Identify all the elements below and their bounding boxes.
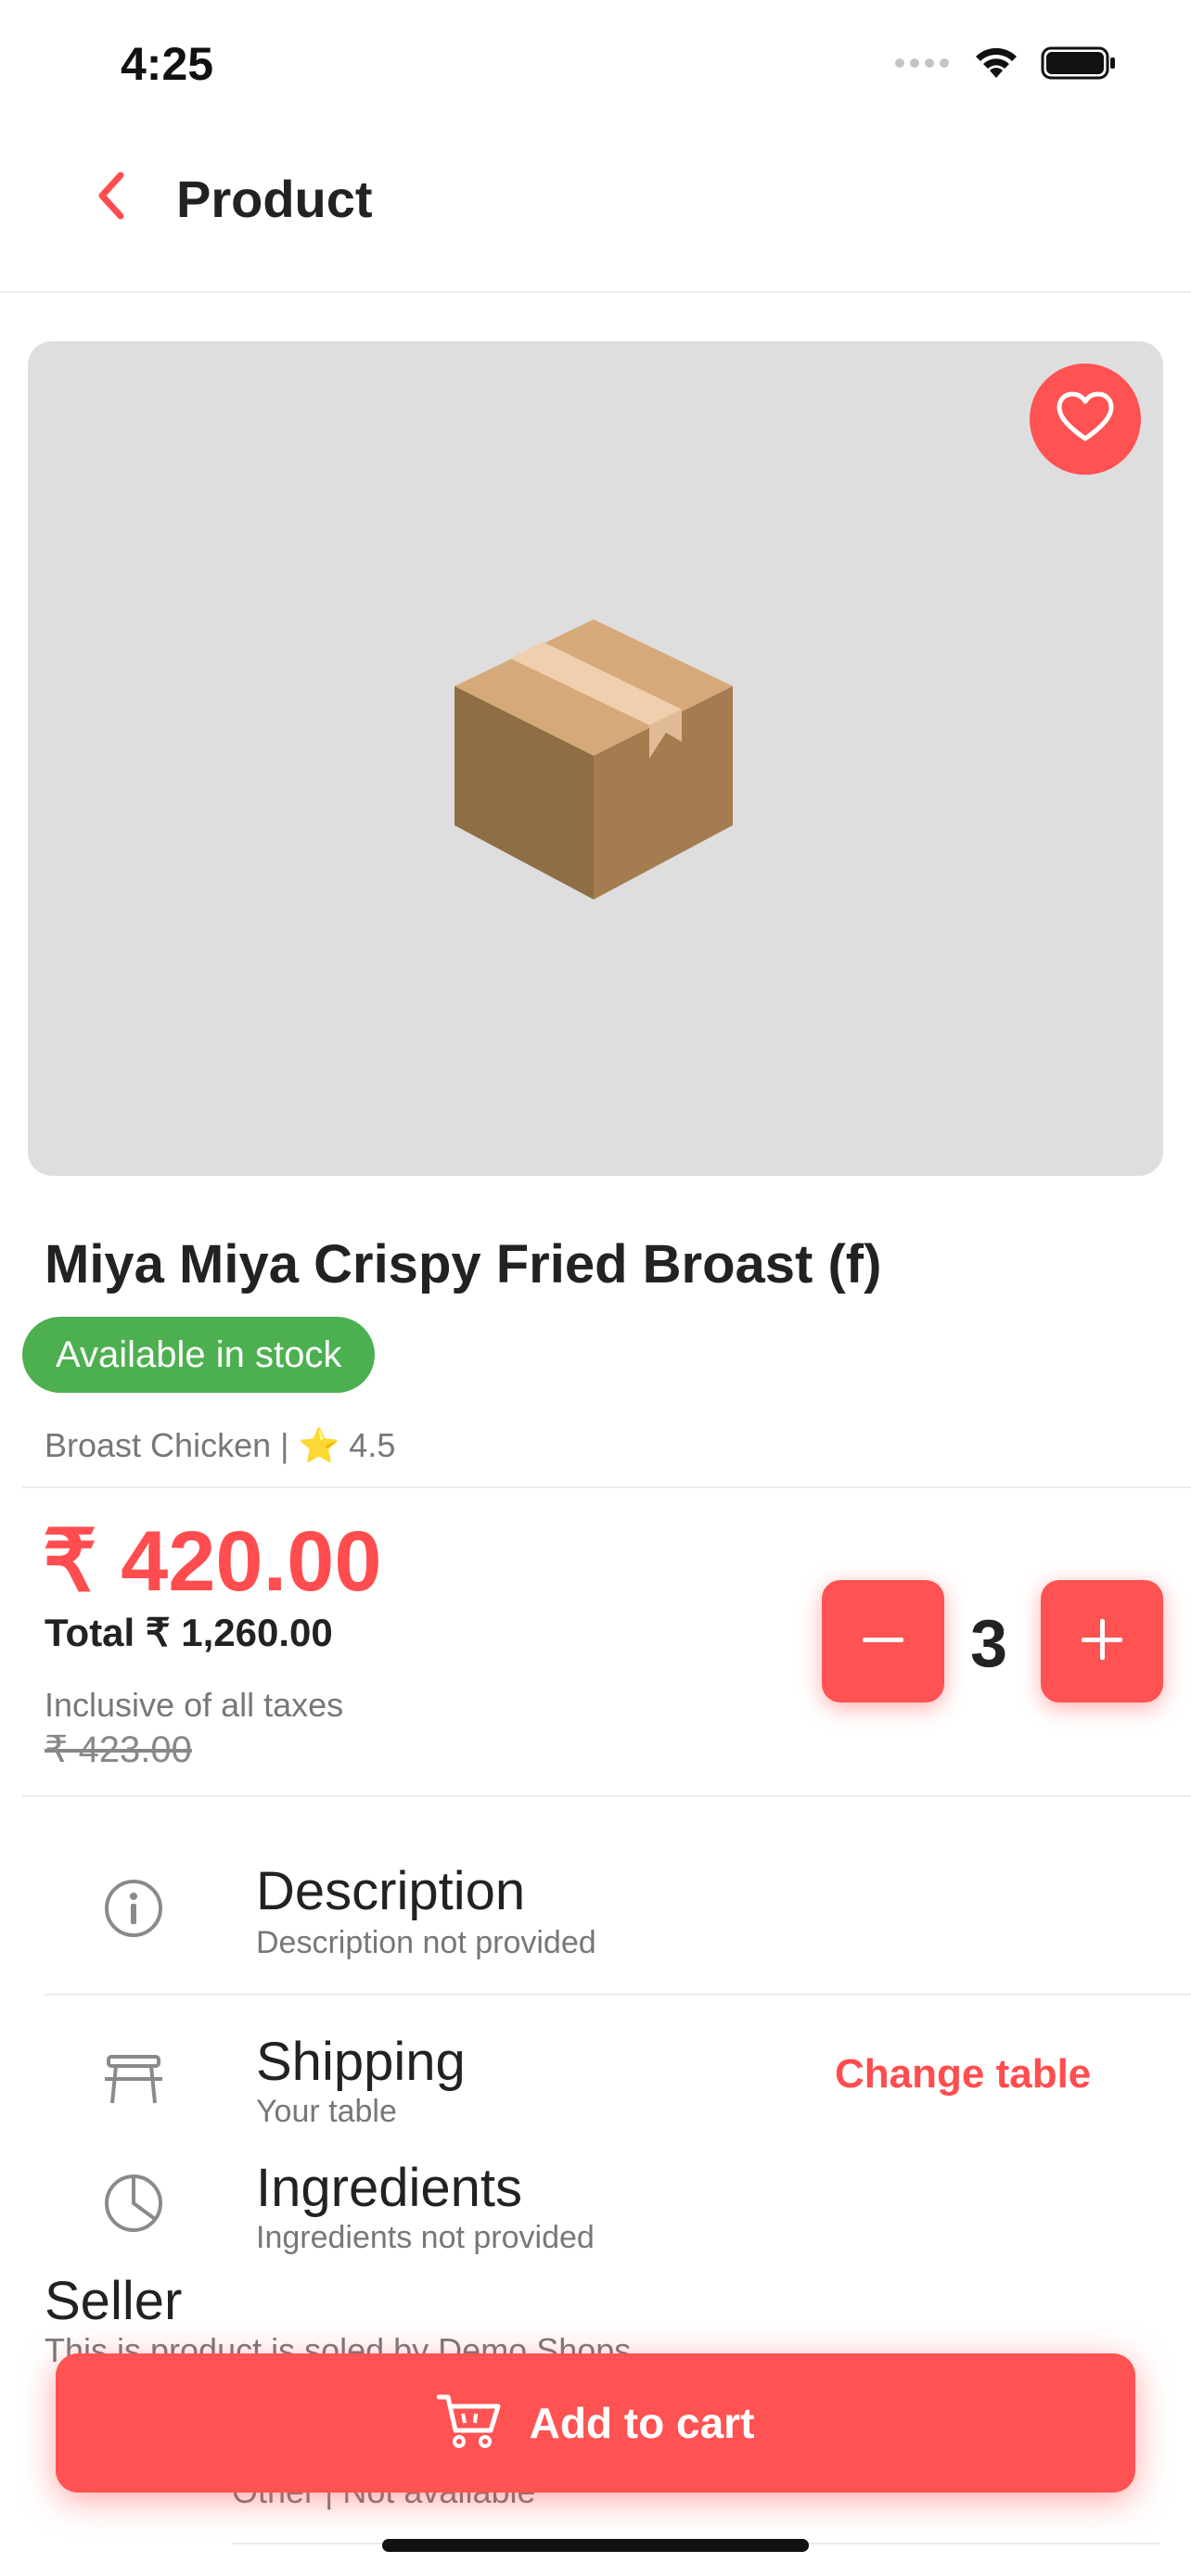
divider	[22, 1486, 1191, 1488]
total-price: Total ₹ 1,260.00	[45, 1611, 333, 1654]
quantity-decrease-button[interactable]	[822, 1580, 944, 1702]
info-icon	[98, 1873, 169, 1944]
home-indicator[interactable]	[382, 2539, 809, 2552]
description-title: Description	[256, 1861, 526, 1921]
status-time: 4:25	[121, 38, 214, 90]
divider	[22, 1795, 1191, 1797]
back-button[interactable]	[83, 165, 139, 230]
heart-icon	[1056, 390, 1115, 449]
price: ₹ 420.00	[43, 1514, 382, 1609]
page-title: Product	[176, 170, 373, 228]
divider	[45, 1994, 1191, 1996]
product-name: Miya Miya Crispy Fried Broast (f)	[45, 1234, 882, 1294]
seller-title: Seller	[45, 2271, 183, 2331]
table-icon	[98, 2044, 169, 2114]
plus-icon	[1082, 1618, 1122, 1664]
minus-icon	[863, 1633, 903, 1650]
chevron-left-icon	[93, 170, 130, 226]
signal-icon	[894, 57, 952, 74]
quantity-increase-button[interactable]	[1041, 1580, 1163, 1702]
ingredients-title: Ingredients	[256, 2158, 522, 2218]
add-to-cart-label: Add to cart	[529, 2399, 755, 2447]
tax-note: Inclusive of all taxes	[45, 1686, 344, 1724]
wifi-icon	[972, 45, 1020, 86]
battery-icon	[1041, 45, 1117, 86]
category-rating: Broast Chicken | ⭐ 4.5	[45, 1426, 396, 1464]
pie-chart-icon	[98, 2168, 169, 2238]
favorite-button[interactable]	[1030, 363, 1141, 475]
shipping-title: Shipping	[256, 2032, 466, 2092]
cart-icon	[436, 2391, 502, 2455]
ingredients-text: Ingredients not provided	[256, 2220, 595, 2255]
add-to-cart-button[interactable]: Add to cart	[56, 2353, 1135, 2493]
change-table-button[interactable]: Change table	[835, 2051, 1091, 2098]
quantity-value: 3	[969, 1607, 1008, 1681]
status-icons	[894, 45, 1117, 86]
old-price: ₹ 423.00	[45, 1729, 192, 1770]
stock-badge: Available in stock	[22, 1317, 376, 1393]
box-icon	[445, 603, 742, 913]
description-text: Description not provided	[256, 1925, 596, 1960]
shipping-text: Your table	[256, 2094, 397, 2129]
